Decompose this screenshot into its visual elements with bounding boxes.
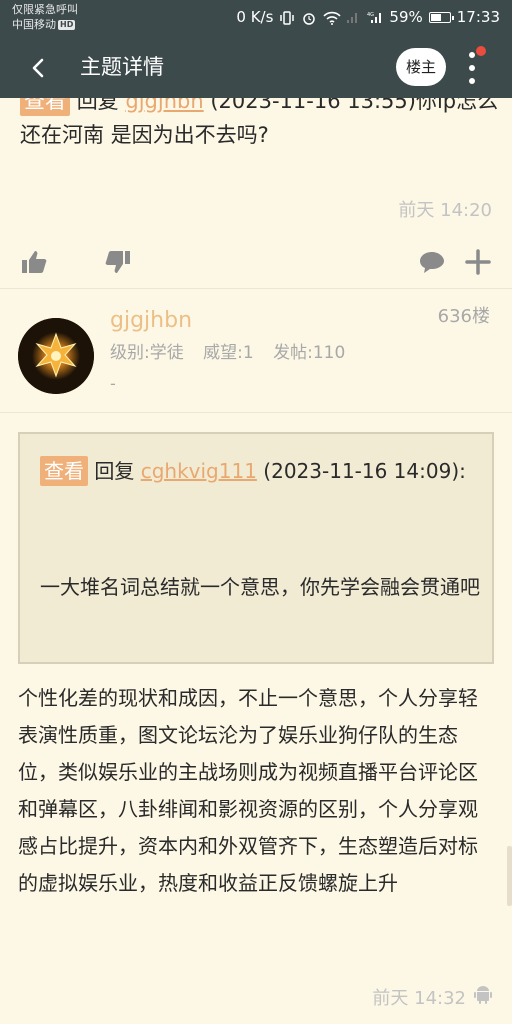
- post-body-text: 个性化差的现状和成因，不止一个意思，个人分享轻表演性质重，图文论坛沦为了娱乐业狗…: [18, 686, 478, 895]
- quote-text: 一大堆名词总结就一个意思，你先学会融会贯通吧: [40, 575, 480, 599]
- status-left: 仅限紧急呼叫 中国移动 HD: [12, 2, 78, 32]
- user-level: 级别:学徒: [110, 343, 184, 363]
- post-time: 前天 14:32: [372, 988, 466, 1009]
- more-dot-icon: [469, 78, 475, 84]
- carrier-line: 中国移动 HD: [12, 17, 78, 32]
- user-prestige: 威望:1: [203, 343, 254, 363]
- wifi-icon: [323, 10, 342, 25]
- emergency-calls-text: 仅限紧急呼叫: [12, 3, 78, 16]
- quote-header: 查看 回复 cghkvig111 (2023-11-16 14:09):: [40, 454, 480, 488]
- android-icon: [474, 984, 492, 1004]
- net-speed: 0 K/s: [236, 8, 274, 26]
- notification-dot: [476, 46, 486, 56]
- status-right: 0 K/s 4G 59% 17:33: [236, 7, 500, 27]
- like-button[interactable]: [20, 248, 50, 278]
- post-username[interactable]: gjgjhbn: [110, 306, 192, 336]
- quote-box: 查看 回复 cghkvig111 (2023-11-16 14:09): 一大堆…: [18, 432, 494, 664]
- clock: 17:33: [456, 8, 500, 26]
- thread-starter-only-button[interactable]: 楼主: [396, 48, 446, 86]
- signal-4g-icon: 4G: [367, 10, 383, 24]
- more-options-button[interactable]: [460, 46, 486, 88]
- thumbs-up-icon: [22, 251, 47, 273]
- avatar-emblem-icon: [18, 318, 94, 394]
- more-dot-icon: [469, 65, 475, 71]
- app-bar: 主题详情 楼主: [0, 34, 512, 98]
- scrollbar[interactable]: [507, 846, 512, 906]
- previous-post-text: 查看 回复 gjgjhbn (2023-11-16 13:55)你ip怎么还在河…: [20, 98, 500, 152]
- battery-icon: [428, 11, 454, 23]
- quote-date: (2023-11-16 14:09):: [256, 459, 466, 483]
- svg-text:4G: 4G: [367, 12, 374, 18]
- battery-percent: 59%: [389, 8, 423, 26]
- quoted-user-link[interactable]: cghkvig111: [141, 459, 257, 483]
- plus-icon: [465, 249, 491, 275]
- divider: [0, 412, 512, 413]
- quoted-user-link[interactable]: gjgjhbn: [125, 98, 203, 113]
- dislike-button[interactable]: [104, 248, 134, 278]
- carrier-name: 中国移动: [12, 18, 56, 31]
- divider: [0, 288, 512, 289]
- view-quote-tag[interactable]: 查看: [40, 456, 88, 486]
- alarm-icon: [301, 10, 317, 25]
- signal-no-sim-icon: [345, 10, 361, 24]
- back-arrow-icon: [32, 58, 44, 78]
- view-quote-tag[interactable]: 查看: [20, 98, 70, 116]
- user-post-count: 发帖:110: [273, 343, 346, 363]
- user-signature: -: [110, 374, 116, 393]
- comment-bubble-icon: [420, 252, 444, 273]
- comment-button[interactable]: [418, 248, 448, 278]
- floor-number: 636楼: [437, 306, 490, 327]
- hd-badge: HD: [58, 20, 76, 30]
- avatar[interactable]: [18, 318, 94, 394]
- back-button[interactable]: [22, 52, 54, 84]
- user-stats: 级别:学徒 威望:1 发帖:110: [110, 340, 359, 366]
- battery-fill: [430, 13, 441, 21]
- previous-post-time: 前天 14:20: [398, 200, 492, 221]
- add-button[interactable]: [464, 248, 494, 278]
- vibrate-icon: [279, 10, 295, 25]
- reply-word: 回复: [76, 98, 119, 113]
- thumbs-down-icon: [105, 251, 130, 273]
- status-bar: 仅限紧急呼叫 中国移动 HD 0 K/s 4G 59% 17:33: [0, 0, 512, 34]
- more-dot-icon: [469, 52, 475, 58]
- reply-word: 回复: [94, 459, 135, 483]
- page-title: 主题详情: [80, 55, 164, 79]
- thread-content[interactable]: 查看 回复 gjgjhbn (2023-11-16 13:55)你ip怎么还在河…: [0, 98, 512, 1024]
- post-actions-bar: [0, 238, 512, 288]
